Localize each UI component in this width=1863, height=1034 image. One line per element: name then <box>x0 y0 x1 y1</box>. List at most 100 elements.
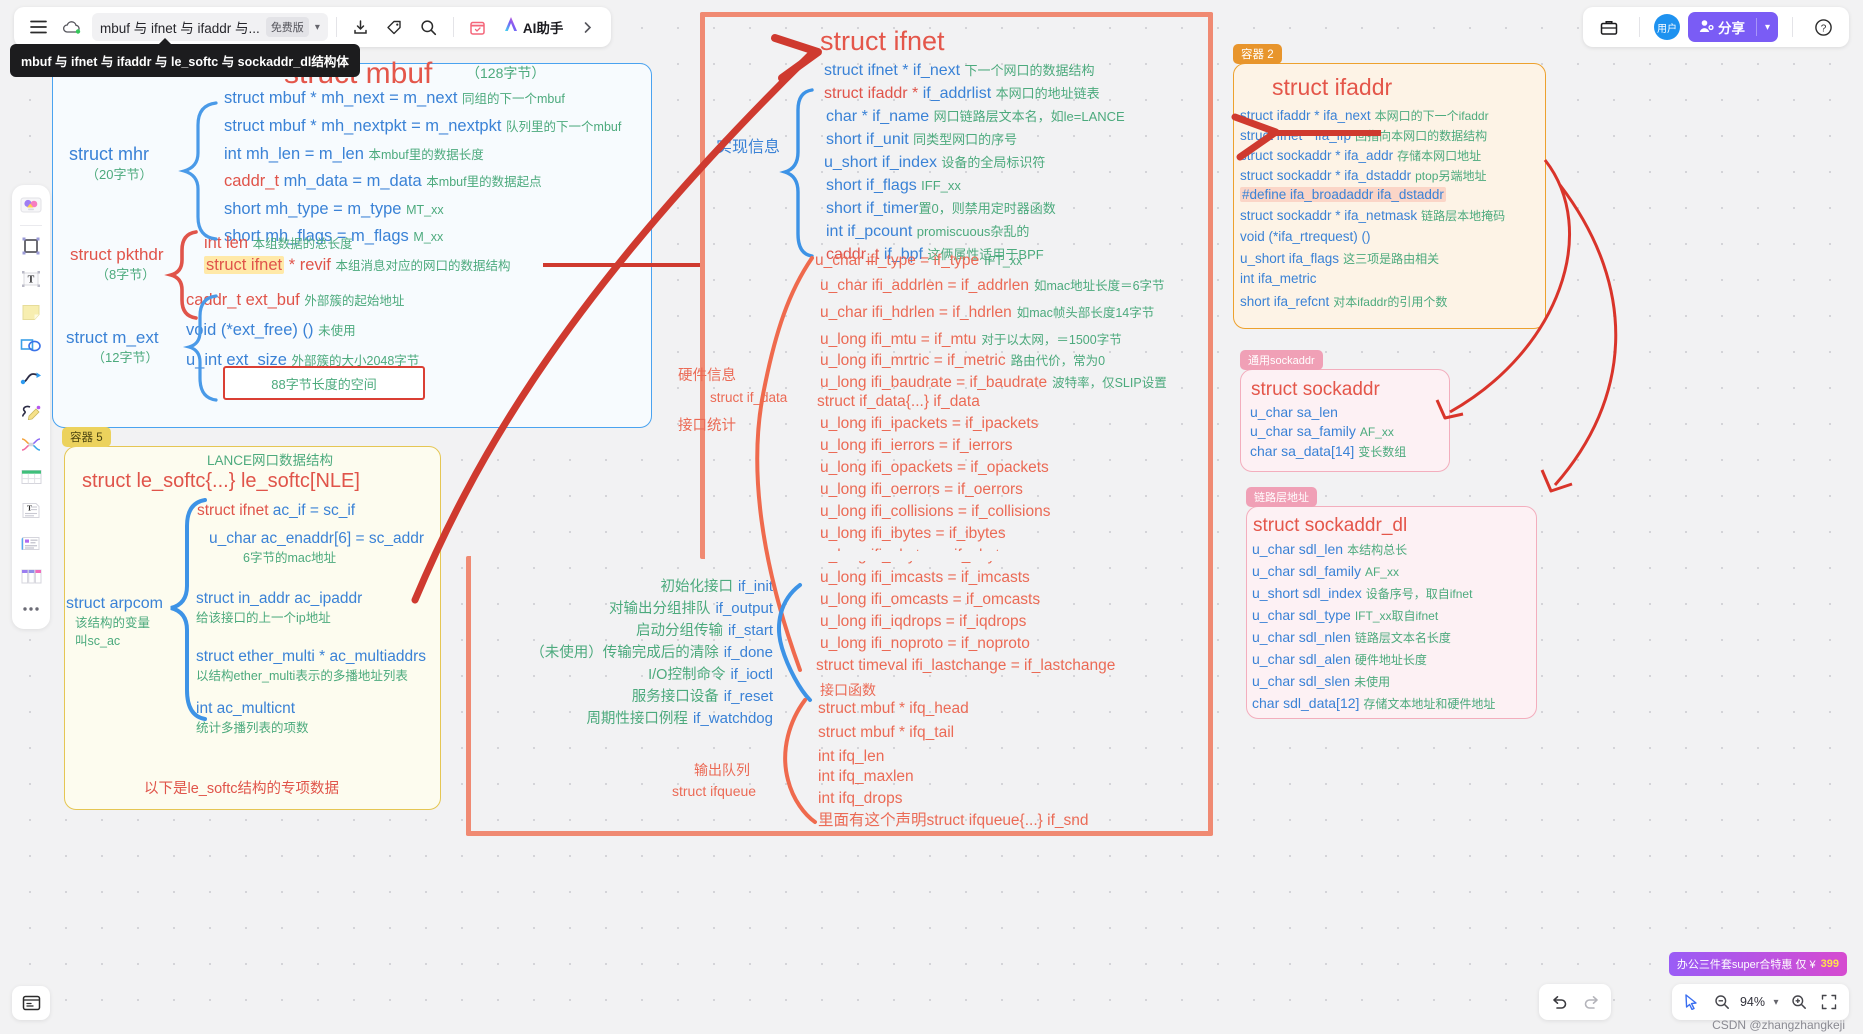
field-name: u_char sdl_slen <box>1252 673 1351 689</box>
table-icon[interactable] <box>17 464 45 490</box>
more-tools-icon[interactable] <box>17 596 45 622</box>
menu-icon[interactable] <box>22 11 54 43</box>
pen-draw-icon[interactable] <box>17 398 45 424</box>
text-icon[interactable]: T <box>17 266 45 292</box>
field-name: u_long ifi_collisions = if_collisions <box>820 503 1051 520</box>
le-softc-field-note: 以结构ether_multi表示的多播地址列表 <box>196 669 408 683</box>
frame-label-link-layer-addr[interactable]: 链路层地址 <box>1246 487 1317 507</box>
ifnet-func-field: I/O控制命令 if_ioctl <box>648 666 773 684</box>
field-type: short <box>224 200 266 218</box>
ifaddr-field: u_short ifa_flags 这三项是路由相关 <box>1240 251 1439 267</box>
frame-label-container5[interactable]: 容器 5 <box>62 427 111 447</box>
le-softc-group-note1: 该结构的变量 <box>75 616 151 630</box>
field-name: u_long ifi_mrtric = if_metric <box>820 352 1006 369</box>
promo-banner[interactable]: 办公三件套super合特惠 仅 ¥ 399 <box>1668 952 1847 976</box>
frame-icon[interactable] <box>17 233 45 259</box>
help-icon[interactable]: ? <box>1807 11 1839 43</box>
field-name: u_char ifi_addrlen = if_addrlen <box>820 277 1029 294</box>
tag-icon[interactable] <box>379 11 411 43</box>
ai-assistant-button[interactable]: AI助手 <box>496 12 570 42</box>
cursor-tool-icon[interactable] <box>1678 988 1706 1016</box>
zoom-out-icon[interactable] <box>1708 988 1736 1016</box>
ifnet-func-field: 对输出分组排队 if_output <box>609 600 773 618</box>
ifaddr-field: struct sockaddr * ifa_dstaddr ptop另端地址 <box>1240 168 1486 184</box>
sockaddr-title: struct sockaddr <box>1251 379 1380 400</box>
field-name: u_char sdl_alen <box>1252 651 1351 667</box>
field-name: if_ioctl <box>730 666 773 683</box>
field-name: if_unit <box>866 131 909 148</box>
field-name: mh_len = m_len <box>246 145 364 163</box>
document-title-button[interactable]: mbuf 与 ifnet 与 ifaddr 与... 免费版 ▾ <box>92 13 328 41</box>
mbuf-space-box[interactable]: 88字节长度的空间 <box>223 366 425 400</box>
field-note: 启动分组传输 <box>635 623 723 639</box>
field-note: IFF_xx <box>921 178 961 193</box>
calendar-icon[interactable] <box>462 11 494 43</box>
zoom-in-icon[interactable] <box>1785 988 1813 1016</box>
divider <box>1792 17 1793 37</box>
ifnet-impl-field: short if_unit 同类型网口的序号 <box>826 131 1017 150</box>
briefcase-icon[interactable] <box>1593 11 1625 43</box>
field-rest: * revif <box>284 256 331 274</box>
field-note: 下一个网口的数据结构 <box>964 63 1095 78</box>
sockaddr-dl-field: u_short sdl_index 设备序号，取自ifnet <box>1252 585 1472 602</box>
chevron-down-icon[interactable]: ▾ <box>315 22 320 33</box>
ai-assistant-label: AI助手 <box>522 21 564 36</box>
field-name: u_long ifi_ierrors = if_ierrors <box>820 437 1013 454</box>
slide-card-icon[interactable] <box>17 530 45 556</box>
fit-screen-icon[interactable] <box>1815 988 1843 1016</box>
frame-label-generic-sockaddr[interactable]: 通用sockaddr <box>1240 350 1323 370</box>
shapes-palette-icon[interactable] <box>17 192 45 218</box>
field-note: 如mac帧头部长度14字节 <box>1016 306 1155 320</box>
mbuf-field: int len 本组数据的总长度 <box>204 234 353 253</box>
columns-layout-icon[interactable] <box>17 563 45 589</box>
field-type: int <box>826 223 848 240</box>
field-note: （未使用）传输完成后的清除 <box>530 645 719 661</box>
field-name: caddr_t ext_buf <box>186 291 300 309</box>
ifaddr-field: struct ifaddr * ifa_next 本网口的下一个ifaddr <box>1240 108 1489 124</box>
mind-map-icon[interactable] <box>17 431 45 457</box>
share-button[interactable]: 分享 ▾ <box>1687 12 1778 42</box>
connector-line-icon[interactable] <box>17 365 45 391</box>
field-name: if_flags <box>866 177 917 194</box>
redo-icon[interactable] <box>1575 987 1607 1017</box>
undo-icon[interactable] <box>1543 987 1575 1017</box>
field-head: struct ifnet <box>197 502 269 519</box>
shape-tool-icon[interactable] <box>17 332 45 358</box>
zoom-dropdown-icon[interactable]: ▾ <box>1769 988 1783 1016</box>
avatar[interactable]: 用户 <box>1653 14 1680 40</box>
le-softc-group-name: struct arpcom <box>66 595 163 612</box>
field-name: u_char sdl_type <box>1252 607 1351 623</box>
text-document-icon[interactable]: T <box>17 497 45 523</box>
left-tool-rail[interactable]: T T <box>12 185 50 629</box>
frame-label-container2[interactable]: 容器 2 <box>1233 44 1282 64</box>
sticky-note-icon[interactable] <box>17 299 45 325</box>
field-type: short <box>826 131 867 148</box>
ifnet-impl-field: u_short if_index 设备的全局标识符 <box>824 154 1045 173</box>
field-note: 同类型网口的序号 <box>913 132 1018 147</box>
more-chevron-icon[interactable] <box>571 11 603 43</box>
field-note: AF_xx <box>1359 425 1394 439</box>
field-name: #define ifa_broadaddr ifa_dstaddr <box>1240 187 1446 202</box>
undo-redo-group[interactable] <box>1539 984 1611 1020</box>
search-icon[interactable] <box>413 11 445 43</box>
ifnet-label-ifdata: struct if_data <box>710 390 788 405</box>
field-type: struct ifaddr * <box>824 85 923 102</box>
presentation-mode-button[interactable] <box>12 986 50 1020</box>
ifnet-queue-field: int ifq_maxlen <box>818 768 914 785</box>
field-name: struct ifnet * ifa_ifp <box>1240 128 1352 143</box>
sockaddr-field: u_char sa_family AF_xx <box>1250 423 1394 440</box>
top-toolbar[interactable]: mbuf 与 ifnet 与 ifaddr 与... 免费版 ▾ AI助手 <box>14 7 612 47</box>
field-note: 置0，则禁用定时器函数 <box>918 201 1056 216</box>
sockaddr-dl-field: u_char sdl_family AF_xx <box>1252 563 1399 580</box>
export-icon[interactable] <box>345 11 377 43</box>
cloud-sync-icon[interactable] <box>56 11 88 43</box>
zoom-controls[interactable]: 94% ▾ <box>1671 984 1849 1020</box>
field-name: void (*ifa_rtrequest) () <box>1240 229 1371 244</box>
field-note: 同组的下一个mbuf <box>462 92 565 106</box>
share-dropdown-icon[interactable]: ▾ <box>1757 22 1778 33</box>
field-type: caddr_t <box>224 172 284 190</box>
top-right-toolbar[interactable]: 用户 分享 ▾ ? <box>1582 7 1849 47</box>
zoom-level[interactable]: 94% <box>1738 995 1767 1009</box>
field-name: struct ifaddr * ifa_next <box>1240 108 1371 123</box>
field-name: if_watchdog <box>692 710 773 727</box>
